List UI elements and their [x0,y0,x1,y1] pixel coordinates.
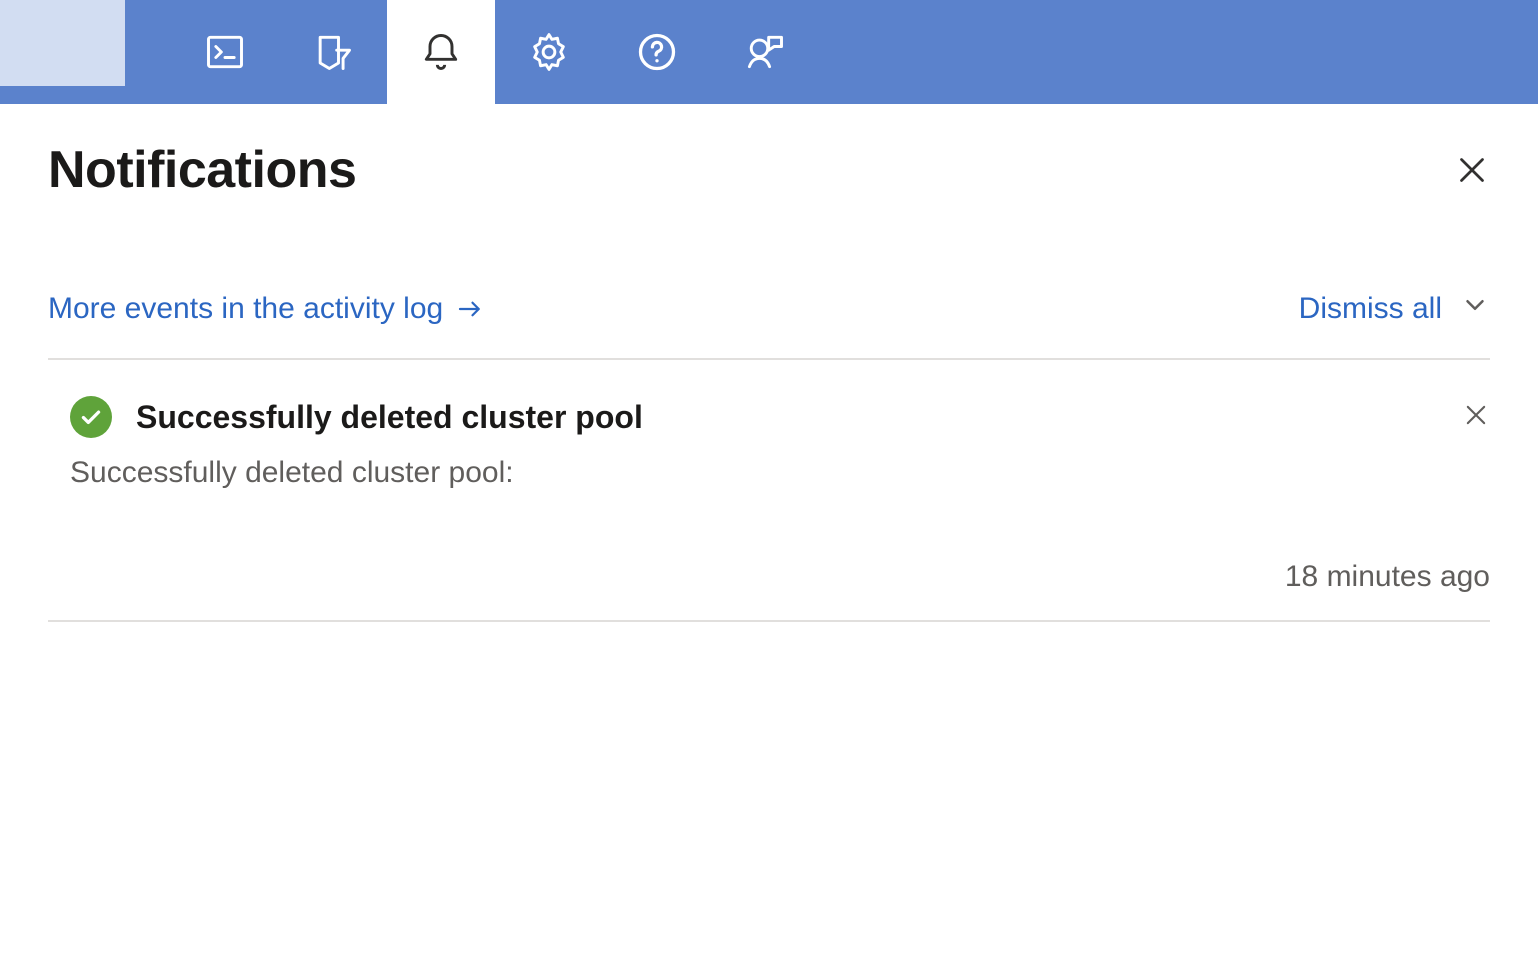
notification-header: Successfully deleted cluster pool [48,396,1490,438]
toolbar-spacer [125,0,171,104]
dismiss-notification-button[interactable] [1462,401,1490,434]
top-toolbar [0,0,1538,104]
dismiss-all-button[interactable]: Dismiss all [1299,290,1490,328]
settings-button[interactable] [495,0,603,104]
notifications-button[interactable] [387,0,495,104]
feedback-button[interactable] [711,0,819,104]
cloud-shell-icon [203,30,247,74]
panel-header: Notifications [48,140,1490,200]
dismiss-all-label: Dismiss all [1299,292,1442,326]
more-events-link[interactable]: More events in the activity log [48,292,485,326]
cloud-shell-button[interactable] [171,0,279,104]
help-button[interactable] [603,0,711,104]
more-events-label: More events in the activity log [48,292,443,326]
notification-title: Successfully deleted cluster pool [136,399,643,436]
help-icon [635,30,679,74]
notifications-panel: Notifications More events in the activit… [0,104,1538,622]
success-status-icon [70,396,112,438]
directory-filter-button[interactable] [279,0,387,104]
close-panel-button[interactable] [1454,140,1490,193]
close-icon [1462,401,1490,429]
notification-body: Successfully deleted cluster pool: [48,456,1490,490]
notification-title-wrap: Successfully deleted cluster pool [48,396,643,438]
panel-actions-row: More events in the activity log Dismiss … [48,290,1490,360]
notification-timestamp: 18 minutes ago [48,560,1490,594]
check-icon [78,404,104,430]
filter-icon [311,30,355,74]
close-icon [1454,152,1490,188]
notifications-icon [419,30,463,74]
search-placeholder-box[interactable] [0,0,125,86]
settings-icon [527,30,571,74]
arrow-right-icon [455,294,485,324]
chevron-down-icon [1460,290,1490,328]
notification-item: Successfully deleted cluster pool Succes… [48,360,1490,622]
feedback-icon [743,30,787,74]
panel-title: Notifications [48,140,356,200]
